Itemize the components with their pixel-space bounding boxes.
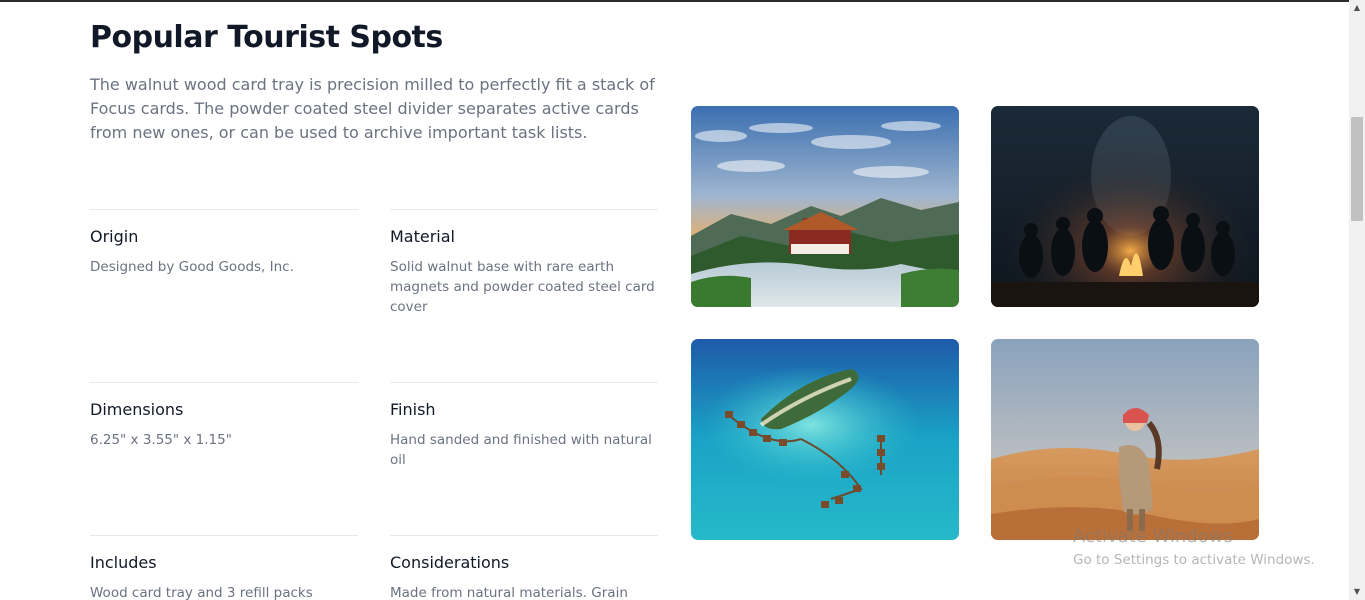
spec-origin: Origin Designed by Good Goods, Inc.	[90, 209, 358, 277]
spec-title: Considerations	[390, 553, 510, 572]
main-content: Popular Tourist Spots The walnut wood ca…	[0, 2, 1349, 600]
spec-title: Includes	[90, 553, 157, 572]
watermark-title: Activate Windows	[1073, 526, 1233, 547]
spec-title: Origin	[90, 227, 139, 246]
spec-title: Material	[390, 227, 455, 246]
spec-finish: Finish Hand sanded and finished with nat…	[390, 382, 658, 470]
spec-material: Material Solid walnut base with rare ear…	[390, 209, 658, 317]
windows-activation-watermark: Activate Windows Go to Settings to activ…	[1073, 526, 1315, 570]
spec-title: Finish	[390, 400, 436, 419]
scroll-up-icon[interactable]: ▲	[1349, 0, 1365, 16]
spec-dimensions: Dimensions 6.25" x 3.55" x 1.15"	[90, 382, 358, 450]
watermark-subtitle: Go to Settings to activate Windows.	[1073, 552, 1315, 568]
spec-description: Made from natural materials. Grain	[390, 585, 628, 600]
photo-island-resort	[691, 339, 959, 540]
section-description: The walnut wood card tray is precision m…	[90, 75, 655, 142]
spec-description: 6.25" x 3.55" x 1.15"	[90, 432, 232, 448]
spec-description: Hand sanded and finished with natural oi…	[390, 432, 652, 468]
spec-title: Dimensions	[90, 400, 184, 419]
spec-description: Solid walnut base with rare earth magnet…	[390, 259, 655, 315]
spec-includes: Includes Wood card tray and 3 refill pac…	[90, 535, 358, 600]
spec-description: Designed by Good Goods, Inc.	[90, 259, 294, 275]
spec-considerations: Considerations Made from natural materia…	[390, 535, 658, 600]
photo-campfire-night	[991, 106, 1259, 307]
scrollbar-thumb[interactable]	[1351, 117, 1363, 221]
photo-mountain-monastery	[691, 106, 959, 307]
photo-desert-traveller	[991, 339, 1259, 540]
scroll-down-icon[interactable]: ▼	[1349, 584, 1365, 600]
spec-description: Wood card tray and 3 refill packs	[90, 585, 313, 600]
section-title: Popular Tourist Spots	[90, 20, 443, 55]
vertical-scrollbar[interactable]: ▲ ▼	[1349, 0, 1365, 600]
